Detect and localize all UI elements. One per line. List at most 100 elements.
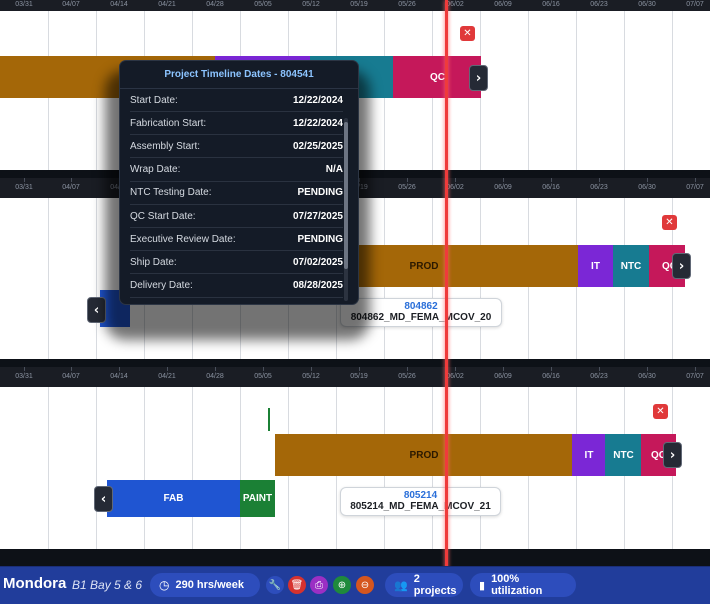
plus-icon: ⊕ xyxy=(337,579,347,591)
tooltip-row-label: NTC Testing Date: xyxy=(130,187,212,199)
ruler-tick xyxy=(311,367,312,371)
wrench-icon: 🔧 xyxy=(268,579,282,591)
ruler-tick xyxy=(503,178,504,182)
grid-line xyxy=(96,198,97,359)
ntc-bar[interactable]: NTC xyxy=(605,434,642,476)
ruler-tick xyxy=(407,178,408,182)
tooltip-row-value: PENDING xyxy=(297,233,343,245)
tooltip-row-value: 12/22/2024 xyxy=(292,94,343,106)
projects-pill[interactable]: 👥 2 projects xyxy=(385,573,463,597)
scroll-right-button[interactable]: › xyxy=(663,442,682,468)
bay-label: B1 Bay 5 & 6 xyxy=(72,578,143,592)
brand-name: Mondora xyxy=(3,575,67,592)
scheduler-app: 03/31 04/07 04/14 04/21 04/28 05/05 05/12 05/19… xyxy=(0,0,710,604)
fab-bar[interactable]: FAB xyxy=(107,480,240,517)
scroll-left-button[interactable]: ‹ xyxy=(87,297,106,323)
utilization-pill[interactable]: ▮ 100% utilization xyxy=(470,573,576,597)
remove-project-button[interactable]: ✕ xyxy=(460,26,475,41)
ruler-date-label: 07/07 xyxy=(686,373,704,380)
tooltip-row: Start Date: 12/22/2024 xyxy=(130,89,343,112)
hours-label: 290 hrs/week xyxy=(175,579,244,591)
ruler-tick xyxy=(695,178,696,182)
grid-line xyxy=(96,387,97,549)
ruler-tick xyxy=(71,178,72,182)
grid-line xyxy=(48,387,49,549)
it-bar[interactable]: IT xyxy=(578,245,613,287)
tooltip-row-value: 07/02/2025 xyxy=(292,256,343,268)
ruler-tick xyxy=(359,367,360,371)
ruler-tick xyxy=(24,367,25,371)
lane-separator xyxy=(0,549,710,566)
chevron-right-icon: › xyxy=(678,258,685,274)
grid-line xyxy=(576,11,577,170)
ruler-date-label: 07/07 xyxy=(686,184,704,191)
tooltip-row-label: Ship Date: xyxy=(130,256,177,268)
ruler-tick xyxy=(599,367,600,371)
tooltip-row: Assembly Start: 02/25/2025 xyxy=(130,135,343,159)
tooltip-scroll-thumb[interactable] xyxy=(344,122,348,269)
hours-pill[interactable]: ◷ 290 hrs/week xyxy=(150,573,260,597)
project-name: 805214_MD_FEMA_MCOV_21 xyxy=(350,501,491,512)
grid-line xyxy=(528,11,529,170)
prod-bar[interactable]: PROD xyxy=(275,434,573,476)
grid-line xyxy=(624,11,625,170)
grid-line xyxy=(192,387,193,549)
paint-bar[interactable]: PAINT xyxy=(240,480,275,517)
chevron-left-icon: ‹ xyxy=(93,302,100,318)
grid-line xyxy=(240,387,241,549)
close-icon: ✕ xyxy=(656,406,665,417)
tooltip-row-label: Delivery Date: xyxy=(130,280,193,292)
ruler-tick xyxy=(407,367,408,371)
ruler-tick xyxy=(647,178,648,182)
wrench-button[interactable]: 🔧 xyxy=(266,576,284,594)
lane-separator xyxy=(0,359,710,367)
print-icon: ⎙ xyxy=(315,579,323,591)
grid-line xyxy=(672,11,673,170)
trash-icon: 🗑 xyxy=(290,579,304,591)
tooltip-row: Ship Date: 07/02/2025 xyxy=(130,251,343,275)
ruler-tick xyxy=(119,367,120,371)
delete-button[interactable]: 🗑 xyxy=(288,576,306,594)
chevron-right-icon: › xyxy=(475,70,482,86)
scroll-right-button[interactable]: › xyxy=(672,253,691,279)
tooltip-row-value: 08/28/2025 xyxy=(292,280,343,292)
ruler-tick xyxy=(263,367,264,371)
tooltip-row: Wrap Date: N/A xyxy=(130,159,343,182)
bar-chart-icon: ▮ xyxy=(479,578,486,592)
ruler-tick xyxy=(215,367,216,371)
marker-line xyxy=(268,408,270,431)
tooltip-row-value: 12/22/2024 xyxy=(292,117,343,129)
tooltip-row-label: Wrap Date: xyxy=(130,164,181,176)
tooltip-row-value: N/A xyxy=(325,164,343,176)
it-bar[interactable]: IT xyxy=(572,434,606,476)
remove-button[interactable]: ⊖ xyxy=(356,576,374,594)
tooltip-row-label: Executive Review Date: xyxy=(130,233,236,245)
remove-project-button[interactable]: ✕ xyxy=(653,404,668,419)
project-label[interactable]: 805214 805214_MD_FEMA_MCOV_21 xyxy=(340,487,501,516)
print-button[interactable]: ⎙ xyxy=(310,576,328,594)
tooltip-row-label: Start Date: xyxy=(130,94,178,106)
clock-icon: ◷ xyxy=(159,578,170,592)
tooltip-title: Project Timeline Dates - 804541 xyxy=(120,61,358,89)
add-button[interactable]: ⊕ xyxy=(333,576,351,594)
it-bar-label: IT xyxy=(584,449,594,461)
qc-bar[interactable]: QC xyxy=(393,56,481,98)
minus-icon: ⊖ xyxy=(360,579,370,591)
tooltip-row: QC Start Date: 07/27/2025 xyxy=(130,205,343,228)
ruler-tick xyxy=(167,367,168,371)
projects-label: 2 projects xyxy=(413,573,457,597)
ruler-tick xyxy=(695,367,696,371)
tooltip-row-label: QC Start Date: xyxy=(130,210,196,222)
ruler-tick xyxy=(71,367,72,371)
scroll-right-button[interactable]: › xyxy=(469,65,488,91)
remove-project-button[interactable]: ✕ xyxy=(662,215,677,230)
ruler-tick xyxy=(455,178,456,182)
users-icon: 👥 xyxy=(394,578,408,592)
ntc-bar-label: NTC xyxy=(620,260,642,272)
tooltip-scrollbar[interactable] xyxy=(344,118,348,301)
tooltip-row-value: 02/25/2025 xyxy=(292,140,343,152)
ntc-bar[interactable]: NTC xyxy=(613,245,649,287)
ntc-bar-label: NTC xyxy=(613,449,634,461)
ruler-tick xyxy=(647,367,648,371)
scroll-left-button[interactable]: ‹ xyxy=(94,486,113,512)
